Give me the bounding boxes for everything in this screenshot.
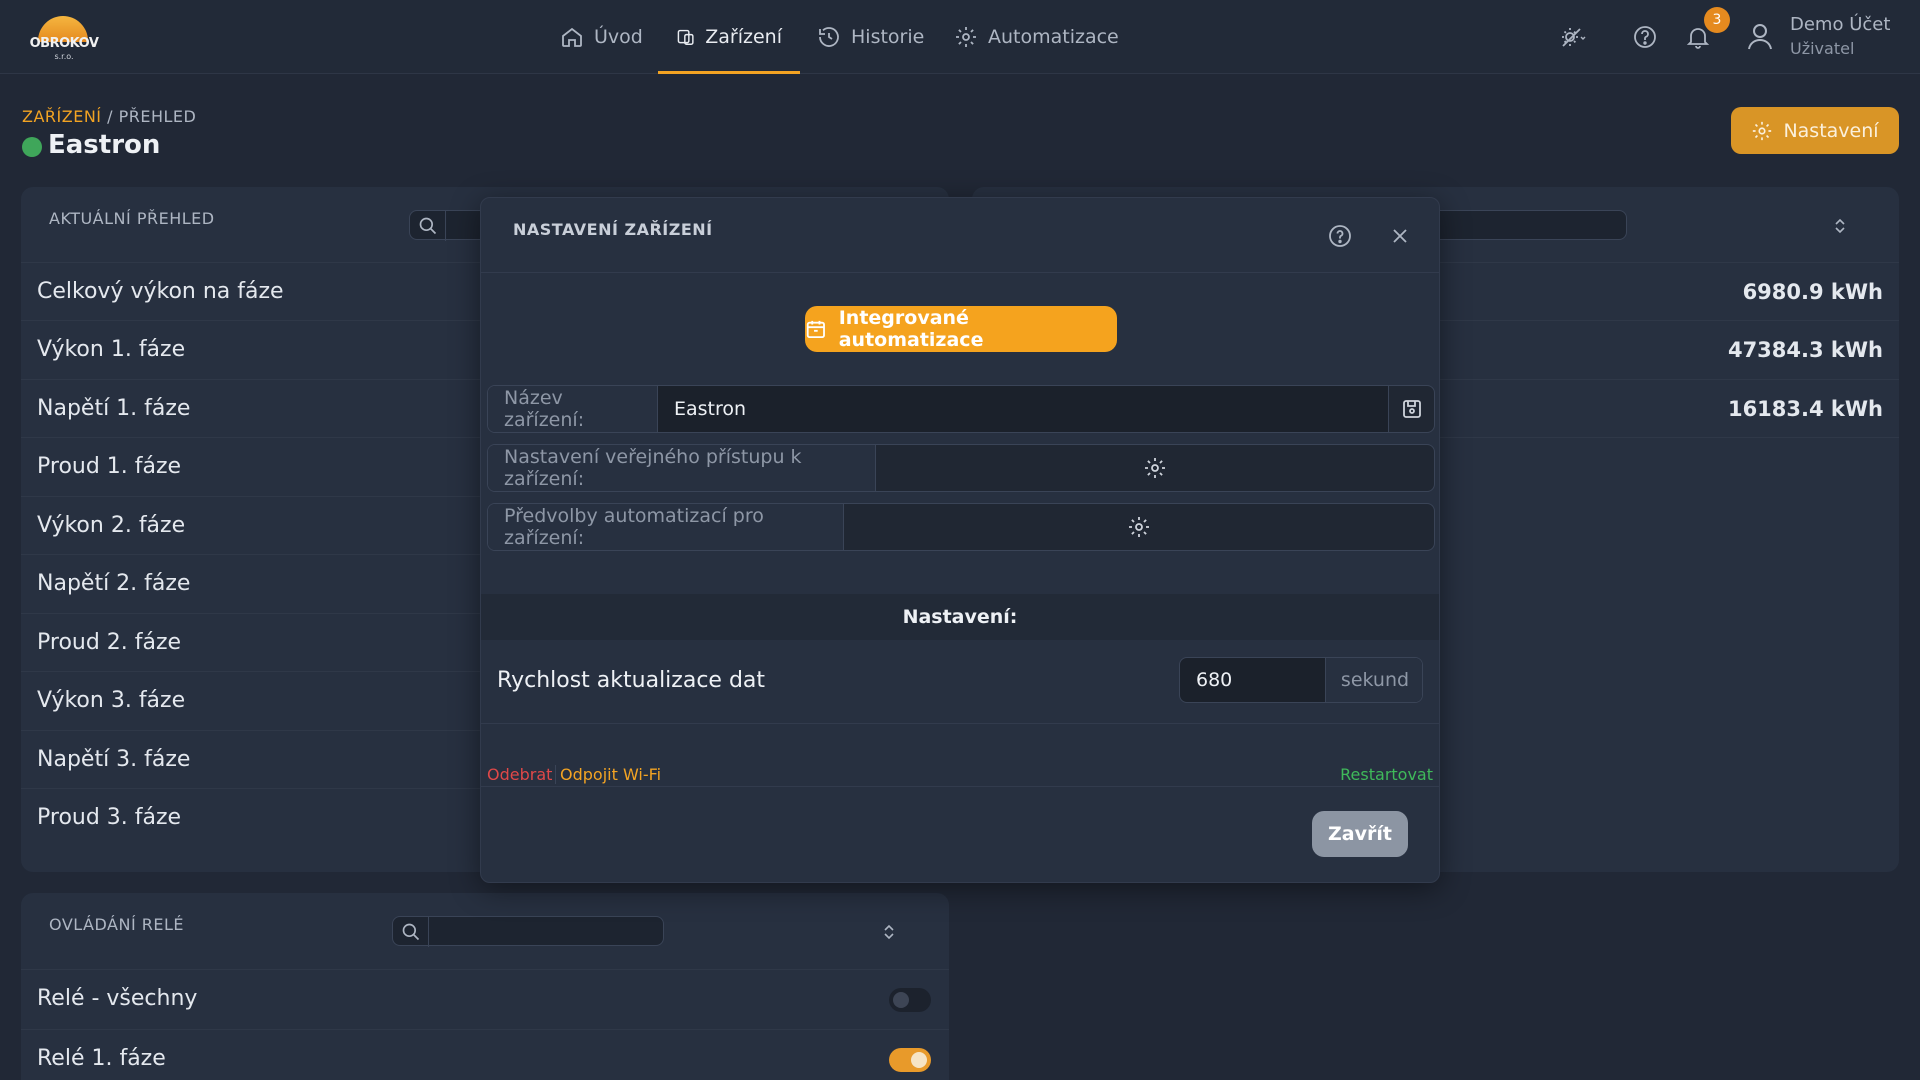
help-button[interactable] <box>1632 24 1658 50</box>
row-label: Proud 3. fáze <box>37 805 182 830</box>
relay-row: Relé 1. fáze <box>21 1029 949 1080</box>
update-rate-input[interactable]: 680 <box>1180 658 1326 702</box>
device-settings-modal: NASTAVENÍ ZAŘÍZENÍ Integrované automatiz… <box>480 197 1440 883</box>
relay-panel-title: OVLÁDÁNÍ RELÉ <box>49 915 184 934</box>
settings-section-header: Nastavení: <box>481 594 1439 640</box>
device-status-indicator <box>22 137 42 157</box>
save-name-button[interactable] <box>1388 386 1434 432</box>
company-logo[interactable]: OBROKOV s.r.o. <box>28 12 100 62</box>
theme-toggle[interactable] <box>1560 24 1586 50</box>
row-label: Výkon 1. fáze <box>37 337 186 362</box>
notification-badge: 3 <box>1704 7 1730 33</box>
user-role: Uživatel <box>1790 39 1855 58</box>
breadcrumb-overview: PŘEHLED <box>118 107 197 126</box>
overview-panel-title: AKTUÁLNÍ PŘEHLED <box>49 209 215 228</box>
device-name-group: Název zařízení: Eastron <box>487 385 1435 433</box>
modal-help-button[interactable] <box>1328 224 1352 248</box>
nav-home-label: Úvod <box>594 26 643 48</box>
top-navbar: OBROKOV s.r.o. Úvod Zařízení Historie Au… <box>0 0 1920 74</box>
search-icon <box>410 211 446 241</box>
sun-theme-icon <box>1562 28 1586 47</box>
divider <box>481 723 1439 724</box>
relay-phase1-toggle[interactable] <box>889 1048 931 1072</box>
nav-history[interactable]: Historie <box>817 0 924 74</box>
integrated-automations-label: Integrované automatizace <box>838 307 984 351</box>
update-rate-label: Rychlost aktualizace dat <box>497 668 766 693</box>
gear-icon <box>1145 458 1165 478</box>
nav-automation-label: Automatizace <box>988 26 1119 48</box>
restart-device-link[interactable]: Restartovat <box>1340 765 1433 784</box>
user-avatar[interactable] <box>1744 20 1776 52</box>
integrated-automations-button[interactable]: Integrované automatizace <box>805 306 1117 352</box>
remove-device-link[interactable]: Odebrat <box>487 765 552 784</box>
gear-icon <box>1753 121 1772 140</box>
devices-icon <box>677 29 694 45</box>
relay-panel: OVLÁDÁNÍ RELÉ Relé - všechny Relé 1. fáz… <box>21 893 949 1080</box>
nav-automation[interactable]: Automatizace <box>954 0 1119 74</box>
history-icon <box>819 27 839 47</box>
logo-subtext: s.r.o. <box>54 52 74 61</box>
breadcrumb-devices[interactable]: ZAŘÍZENÍ <box>22 107 102 126</box>
save-icon <box>1402 400 1421 418</box>
update-rate-unit: sekund <box>1326 658 1422 702</box>
row-label: Výkon 3. fáze <box>37 688 186 713</box>
row-label: Výkon 2. fáze <box>37 513 186 538</box>
nav-devices-label: Zařízení <box>705 26 782 48</box>
row-label: Napětí 2. fáze <box>37 571 191 596</box>
row-label: Proud 1. fáze <box>37 454 182 479</box>
row-value: 16183.4 kWh <box>1727 397 1883 421</box>
nav-home[interactable]: Úvod <box>560 0 643 74</box>
modal-close-button[interactable] <box>1390 226 1410 246</box>
page-title: Eastron <box>48 130 161 160</box>
public-access-group: Nastavení veřejného přístupu k zařízení: <box>487 444 1435 492</box>
logo-text: OBROKOV <box>29 36 99 51</box>
row-value: 47384.3 kWh <box>1727 338 1883 362</box>
public-access-label: Nastavení veřejného přístupu k zařízení: <box>488 445 876 491</box>
relay-all-toggle[interactable] <box>889 988 931 1012</box>
relay-row: Relé - všechny <box>21 969 949 1029</box>
relay-label: Relé - všechny <box>37 986 198 1011</box>
sort-icon[interactable] <box>1832 217 1848 235</box>
device-name-input[interactable]: Eastron <box>658 386 1388 432</box>
settings-button-label: Nastavení <box>1783 119 1879 142</box>
row-label: Celkový výkon na fáze <box>37 279 284 304</box>
close-button[interactable]: Zavřít <box>1312 811 1408 857</box>
sort-icon[interactable] <box>881 923 897 941</box>
update-rate-field: 680 sekund <box>1179 657 1423 703</box>
settings-button[interactable]: Nastavení <box>1731 107 1899 154</box>
modal-header: NASTAVENÍ ZAŘÍZENÍ <box>481 198 1439 273</box>
disconnect-wifi-link[interactable]: Odpojit Wi-Fi <box>555 765 661 784</box>
relay-label: Relé 1. fáze <box>37 1046 166 1071</box>
divider <box>481 786 1439 787</box>
row-label: Napětí 1. fáze <box>37 396 191 421</box>
close-icon <box>1393 229 1407 243</box>
automation-presets-label: Předvolby automatizací pro zařízení: <box>488 504 844 550</box>
user-name[interactable]: Demo Účet <box>1790 14 1890 35</box>
nav-history-label: Historie <box>851 26 925 48</box>
row-value: 6980.9 kWh <box>1742 280 1883 304</box>
public-access-settings-button[interactable] <box>876 445 1434 491</box>
row-label: Proud 2. fáze <box>37 630 182 655</box>
calendar-icon <box>806 320 825 339</box>
row-label: Napětí 3. fáze <box>37 747 191 772</box>
home-icon <box>562 27 582 47</box>
modal-title: NASTAVENÍ ZAŘÍZENÍ <box>513 220 713 239</box>
gear-icon <box>1129 517 1149 537</box>
relay-search-input[interactable] <box>392 916 664 947</box>
help-icon <box>1329 225 1351 247</box>
device-name-label: Název zařízení: <box>488 386 658 432</box>
help-icon <box>1634 26 1656 48</box>
breadcrumb-separator: / <box>101 107 119 126</box>
automation-presets-group: Předvolby automatizací pro zařízení: <box>487 503 1435 551</box>
search-icon <box>393 917 429 947</box>
nav-devices[interactable]: Zařízení <box>658 0 800 74</box>
user-icon <box>1748 24 1772 50</box>
gear-icon <box>956 27 976 47</box>
breadcrumb: ZAŘÍZENÍ / PŘEHLED <box>22 107 196 126</box>
automation-presets-settings-button[interactable] <box>844 504 1434 550</box>
